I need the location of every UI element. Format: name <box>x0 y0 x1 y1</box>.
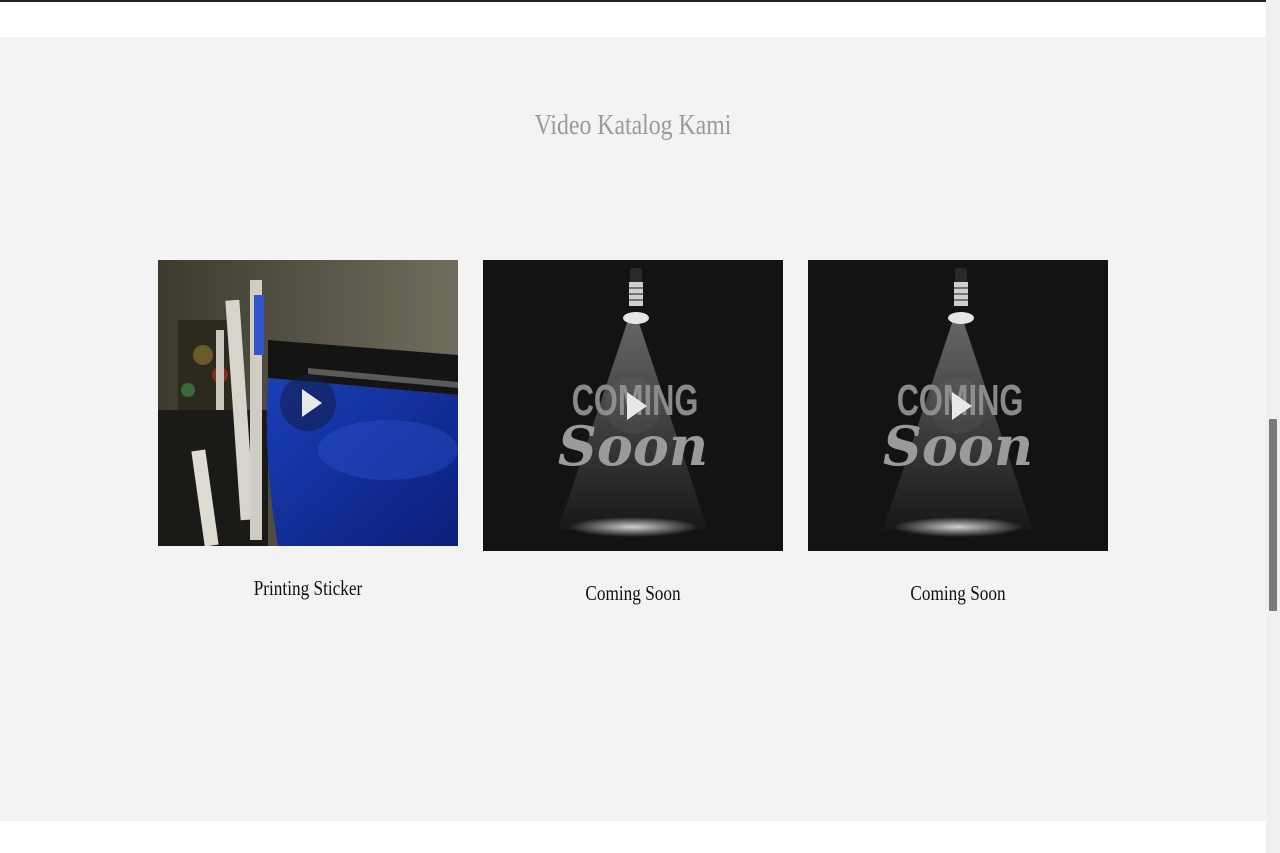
video-card[interactable]: COMING Soon Coming Soon <box>483 260 783 606</box>
video-caption: Coming Soon <box>585 581 681 605</box>
scrollbar-thumb[interactable] <box>1269 419 1277 611</box>
video-thumbnail[interactable] <box>158 260 458 546</box>
vertical-scrollbar[interactable] <box>1266 0 1280 853</box>
section-title: Video Katalog Kami <box>534 109 732 141</box>
video-card[interactable]: Printing Sticker <box>158 260 458 601</box>
video-thumbnail[interactable]: COMING Soon <box>808 260 1108 551</box>
video-thumbnail[interactable]: COMING Soon <box>483 260 783 551</box>
video-card[interactable]: COMING Soon Coming Soon <box>808 260 1108 606</box>
header-divider <box>0 0 1266 2</box>
play-button[interactable] <box>605 377 661 434</box>
play-button[interactable] <box>930 377 986 434</box>
play-button[interactable] <box>280 375 336 431</box>
video-caption: Printing Sticker <box>253 576 363 600</box>
video-caption: Coming Soon <box>910 581 1006 605</box>
video-catalog-section: Video Katalog Kami Printing Sticker COMI… <box>0 37 1266 821</box>
